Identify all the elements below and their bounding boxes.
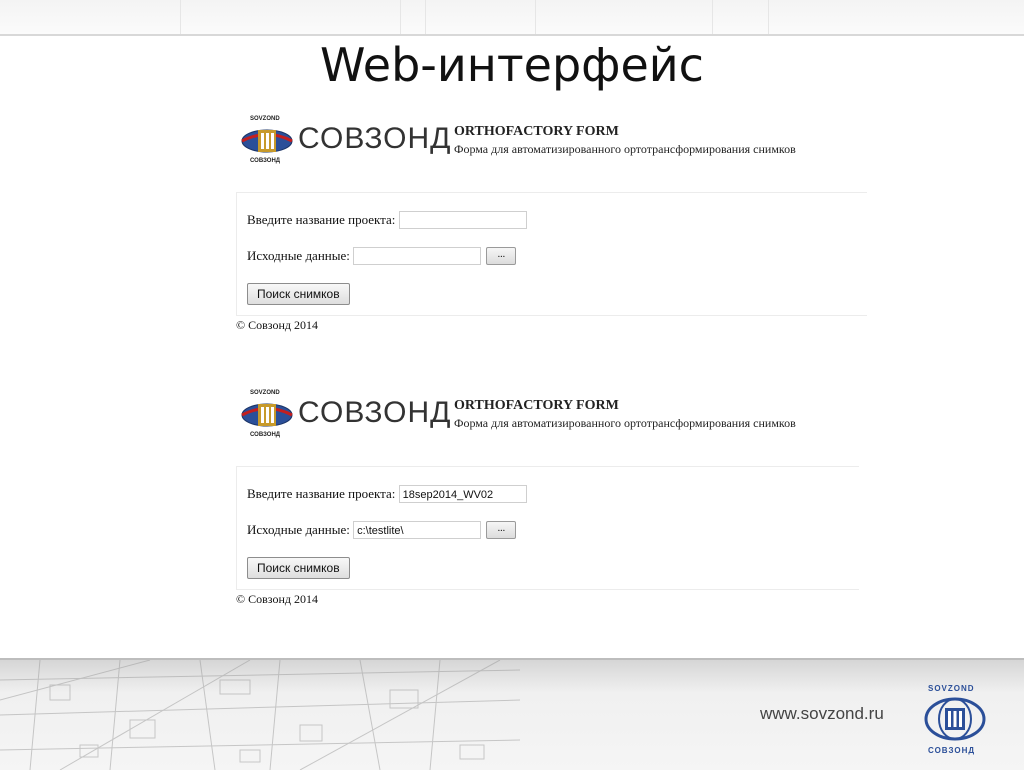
decor-line [712,0,713,34]
source-label: Исходные данные: [247,248,350,264]
logo-small-bottom: СОВЗОНД [250,432,281,438]
project-name-input[interactable] [398,211,527,230]
form-header: ORTHOFACTORY FORM Форма для автоматизиро… [454,398,796,431]
copyright: © Совзонд 2014 [236,592,318,606]
search-images-button[interactable]: Поиск снимков [247,557,350,579]
globe-icon [241,403,293,427]
form-title: ORTHOFACTORY FORM [454,124,619,139]
globe-icon [241,129,293,153]
sovzond-logo: SOVZOND СОВЗОНД СОВЗОНД [236,386,450,442]
city-map-decoration [0,660,520,770]
source-row: Исходные данные: c:\testlite\ ... [247,521,517,540]
logo-small-bottom: СОВЗОНД [250,158,281,164]
form-panel: Введите название проекта: Исходные данны… [236,192,867,316]
decor-line [400,0,401,34]
decor-line [535,0,536,34]
logo-small-top: SOVZOND [250,390,280,396]
project-label: Введите название проекта: [247,212,396,228]
top-band [0,0,1024,36]
browse-button[interactable]: ... [486,521,517,540]
corner-logo-top: SOVZOND [928,684,975,693]
form-subtitle: Форма для автоматизированного ортотрансф… [454,416,796,430]
logo-wordmark: СОВЗОНД [298,122,452,155]
decor-line [425,0,426,34]
source-label: Исходные данные: [247,522,350,538]
browse-button[interactable]: ... [486,247,517,266]
source-row: Исходные данные: ... [247,247,517,266]
project-row: Введите название проекта: [247,211,527,230]
sovzond-corner-logo: SOVZOND СОВЗОНД [920,680,990,766]
form-subtitle: Форма для автоматизированного ортотрансф… [454,142,796,156]
form-screenshot-filled: SOVZOND СОВЗОНД СОВЗОНД ORTHOFACTORY FOR… [232,382,872,622]
project-row: Введите название проекта: 18sep2014_WV02 [247,485,527,504]
decor-line [768,0,769,34]
form-panel: Введите название проекта: 18sep2014_WV02… [236,466,859,590]
project-name-input[interactable]: 18sep2014_WV02 [398,485,527,504]
form-title: ORTHOFACTORY FORM [454,398,619,413]
sovzond-logo: SOVZOND СОВЗОНД СОВЗОНД [236,112,450,168]
corner-logo-bottom: СОВЗОНД [928,746,976,755]
logo-wordmark: СОВЗОНД [298,396,452,429]
website-link[interactable]: www.sovzond.ru [760,704,884,724]
source-data-input[interactable]: c:\testlite\ [353,521,482,540]
project-label: Введите название проекта: [247,486,396,502]
search-images-button[interactable]: Поиск снимков [247,283,350,305]
globe-icon [924,697,986,741]
logo-small-top: SOVZOND [250,116,280,122]
form-screenshot-empty: SOVZOND СОВЗОНД СОВЗОНД ORTHOFACTORY FOR… [232,108,872,348]
source-data-input[interactable] [353,247,482,266]
copyright: © Совзонд 2014 [236,318,318,332]
slide-title: Web-интерфейс [320,38,704,92]
form-header: ORTHOFACTORY FORM Форма для автоматизиро… [454,124,796,157]
decor-line [180,0,181,34]
footer-band: www.sovzond.ru SOVZOND СОВЗОНД [0,658,1024,770]
